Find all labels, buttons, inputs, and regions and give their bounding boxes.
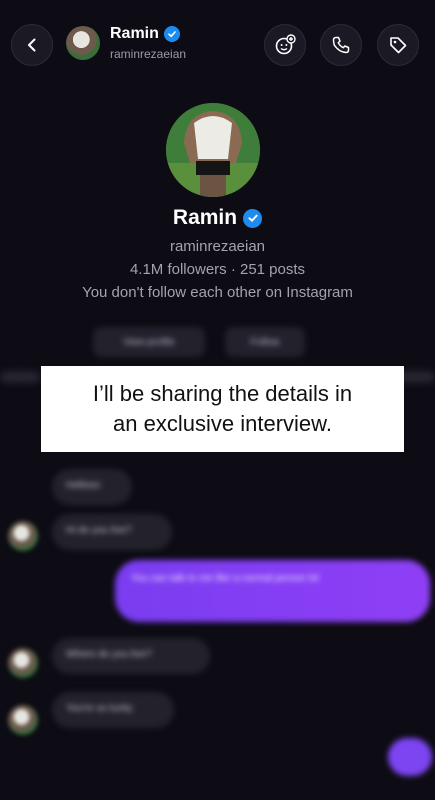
outgoing-message[interactable]: You can talk to me like a normal person … (115, 560, 430, 622)
view-profile-button[interactable]: View profile (93, 327, 205, 357)
message-text: Hellooo (66, 480, 100, 491)
view-profile-label: View profile (123, 336, 175, 348)
profile-avatar[interactable] (166, 103, 260, 197)
header-name: Ramin (110, 25, 159, 42)
incoming-message[interactable]: Where do you live? (52, 638, 210, 674)
back-button[interactable] (11, 24, 53, 66)
chat-header: Ramin raminrezaeian (0, 0, 435, 92)
follow-button[interactable]: Follow (225, 327, 305, 357)
profile-name-row: Ramin (0, 206, 435, 230)
header-username: raminrezaeian (110, 47, 187, 61)
sender-avatar[interactable] (8, 521, 38, 551)
message-text: Hi do you live? (66, 525, 132, 536)
caption-line-2: an exclusive interview. (113, 411, 332, 436)
add-members-icon (275, 34, 296, 55)
profile-username: raminrezaeian (169, 238, 266, 255)
profile-name: Ramin (172, 206, 238, 229)
back-chevron-icon (28, 38, 36, 52)
message-text: Where do you live? (66, 649, 152, 660)
incoming-message[interactable]: Hi do you live? (52, 514, 172, 550)
tag-button[interactable] (377, 24, 419, 66)
call-button[interactable] (320, 24, 362, 66)
sender-avatar[interactable] (8, 705, 38, 735)
message-text: You're so lucky (66, 703, 133, 714)
add-members-button[interactable] (264, 24, 306, 66)
outgoing-message[interactable] (388, 738, 432, 776)
phone-icon (332, 36, 350, 54)
incoming-message[interactable]: You're so lucky (52, 692, 174, 728)
header-name-row[interactable]: Ramin (110, 25, 180, 43)
caption-line-1: I’ll be sharing the details in (92, 381, 353, 406)
follow-relationship-text: You don't follow each other on Instagram (82, 284, 353, 301)
verified-badge-icon (163, 26, 180, 42)
profile-photo (166, 103, 260, 197)
incoming-message[interactable]: Hellooo (52, 469, 132, 505)
caption-overlay: I’ll be sharing the details in an exclus… (41, 366, 404, 452)
profile-stats: 4.1M followers · 251 posts (129, 261, 306, 278)
divider (0, 372, 40, 382)
header-avatar[interactable] (66, 26, 100, 60)
sender-avatar[interactable] (8, 648, 38, 678)
tag-icon (390, 37, 407, 54)
message-text: You can talk to me like a normal person … (131, 573, 319, 584)
verified-badge-icon (243, 208, 263, 228)
follow-label: Follow (250, 336, 280, 348)
